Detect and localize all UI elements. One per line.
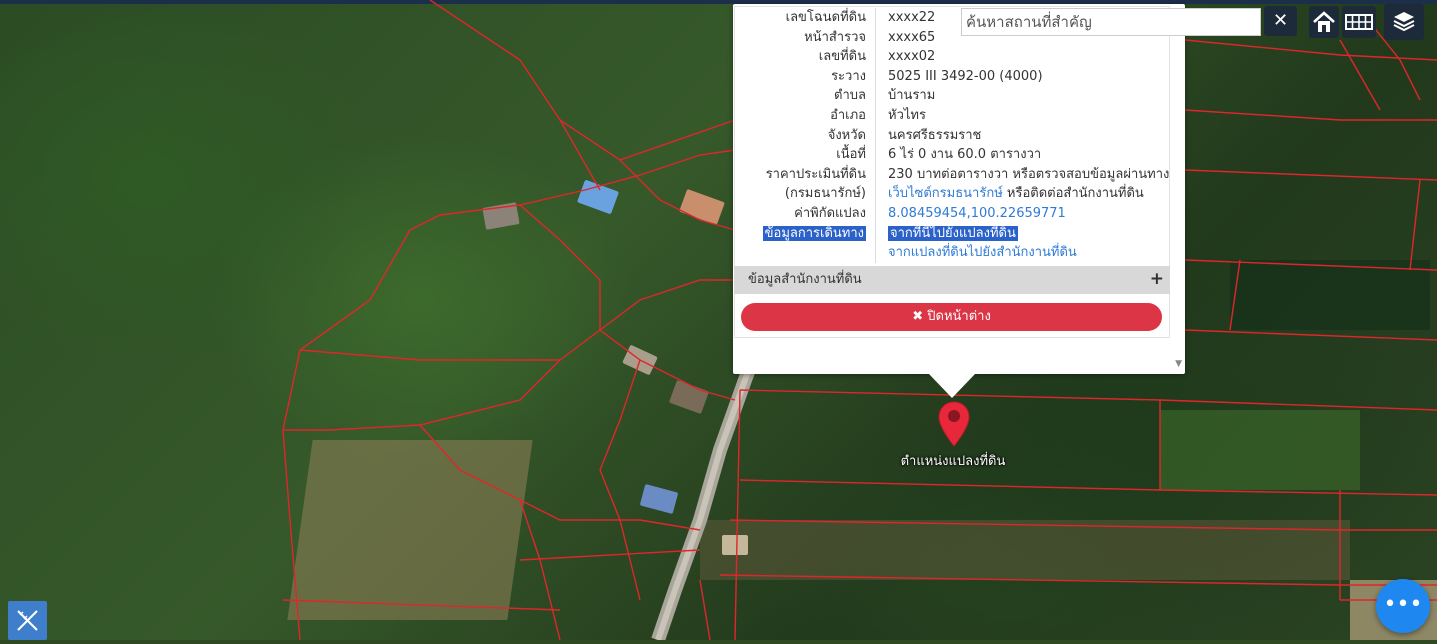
info-row-subdistrict: ตำบล บ้านราม	[734, 86, 1170, 106]
info-value: 6 ไร่ 0 งาน 60.0 ตารางวา	[888, 147, 1042, 163]
info-row-map-sheet: ระวาง 5025 III 3492-00 (4000)	[734, 66, 1170, 87]
parcel-info-popup: เลขโฉนดที่ดิน xxxx22 หน้าสำรวจ xxxx65 เล…	[733, 4, 1185, 374]
info-label: เนื้อที่	[734, 145, 876, 165]
info-row-coordinates: ค่าพิกัดแปลง 8.08459454,100.22659771	[734, 203, 1170, 224]
price-source-suffix: หรือติดต่อสำนักงานที่ดิน	[1002, 186, 1144, 202]
directions-label: ข้อมูลการเดินทาง	[762, 225, 866, 241]
info-label: หน้าสำรวจ	[734, 27, 876, 48]
info-row-district: อำเภอ หัวไทร	[734, 105, 1170, 126]
info-label: ข้อมูลการเดินทาง	[734, 223, 876, 244]
scroll-down-arrow-icon[interactable]: ▼	[1175, 359, 1182, 369]
expand-icon: +	[1149, 269, 1164, 289]
info-label: อำเภอ	[734, 105, 876, 126]
more-options-button[interactable]: •••	[1376, 579, 1430, 633]
home-button[interactable]	[1309, 6, 1339, 38]
popup-caret	[929, 374, 975, 398]
info-row-province: จังหวัด นครศรีธรรมราช	[734, 125, 1170, 146]
land-office-section-label: ข้อมูลสำนักงานที่ดิน	[748, 272, 862, 287]
info-row-directions-2: จากแปลงที่ดินไปยังสำนักงานที่ดิน	[734, 243, 1170, 263]
info-value: หัวไทร	[888, 107, 926, 123]
info-row-area: เนื้อที่ 6 ไร่ 0 งาน 60.0 ตารางวา	[734, 145, 1170, 165]
parcel-info-table: เลขโฉนดที่ดิน xxxx22 หน้าสำรวจ xxxx65 เล…	[734, 8, 1170, 263]
info-value: บ้านราม	[888, 88, 936, 104]
clear-search-button[interactable]: ✕	[1264, 6, 1297, 36]
info-value: xxxx02	[888, 49, 936, 65]
close-window-label: ปิดหน้าต่าง	[927, 309, 991, 324]
land-office-section-toggle[interactable]: ข้อมูลสำนักงานที่ดิน +	[734, 266, 1170, 294]
info-row-directions: ข้อมูลการเดินทาง จากที่นี่ไปยังแปลงที่ดิ…	[734, 223, 1170, 244]
info-label: ตำบล	[734, 86, 876, 106]
info-label: จังหวัด	[734, 125, 876, 146]
info-value: นครศรีธรรมราช	[888, 127, 982, 143]
close-icon: ✖	[912, 309, 924, 324]
info-value: 230 บาทต่อตารางวา หรือตรวจสอบข้อมูลผ่านท…	[888, 166, 1170, 182]
info-label: ระวาง	[734, 66, 876, 87]
layers-icon	[1393, 12, 1415, 32]
coordinates-link[interactable]: 8.08459454,100.22659771	[888, 206, 1066, 221]
satellite-map[interactable]: ตำแหน่งแปลงที่ดิน	[0, 0, 1437, 640]
info-label: เลขที่ดิน	[734, 47, 876, 67]
home-icon	[1313, 11, 1335, 32]
route-to-office-link[interactable]: จากแปลงที่ดินไปยังสำนักงานที่ดิน	[888, 245, 1077, 260]
info-row-appraised-price: ราคาประเมินที่ดิน 230 บาทต่อตารางวา หรือ…	[734, 164, 1170, 185]
more-icon: •••	[1383, 592, 1423, 617]
info-value: 5025 III 3492-00 (4000)	[888, 68, 1043, 84]
info-row-land-number: เลขที่ดิน xxxx02	[734, 47, 1170, 67]
map-pin-icon[interactable]	[937, 400, 971, 448]
marker-label: ตำแหน่งแปลงที่ดิน	[900, 454, 1006, 469]
info-label: เลขโฉนดที่ดิน	[734, 8, 876, 28]
info-label: (กรมธนารักษ์)	[734, 184, 876, 204]
grid-icon	[1345, 14, 1373, 30]
search-input[interactable]	[961, 8, 1261, 36]
grid-button[interactable]	[1342, 6, 1376, 38]
info-value: เว็บไซต์กรมธนารักษ์ หรือติดต่อสำนักงานที…	[876, 184, 1170, 204]
info-row-price-source: (กรมธนารักษ์) เว็บไซต์กรมธนารักษ์ หรือติ…	[734, 184, 1170, 204]
parcel-boundaries	[282, 0, 1437, 640]
info-label: ค่าพิกัดแปลง	[734, 203, 876, 224]
info-label	[734, 243, 876, 263]
ruler-pencil-icon	[17, 610, 38, 631]
close-window-button[interactable]: ✖ ปิดหน้าต่าง	[741, 303, 1162, 331]
route-to-parcel-link[interactable]: จากที่นี่ไปยังแปลงที่ดิน	[888, 225, 1018, 241]
info-label: ราคาประเมินที่ดิน	[734, 164, 876, 185]
treasury-website-link[interactable]: เว็บไซต์กรมธนารักษ์	[888, 186, 1003, 201]
measure-tool-button[interactable]	[8, 601, 47, 640]
layers-button[interactable]	[1384, 4, 1424, 40]
